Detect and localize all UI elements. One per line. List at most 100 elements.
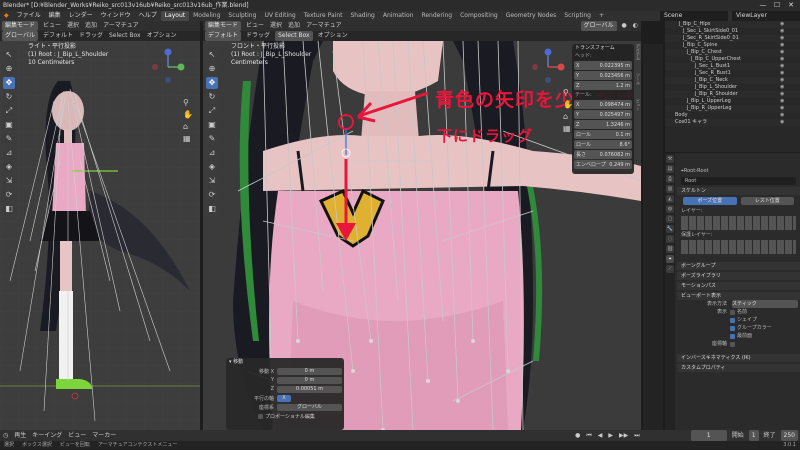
axes-checkbox[interactable] (730, 341, 735, 347)
tab-compositing[interactable]: Compositing (456, 11, 502, 21)
scale-tool-icon[interactable]: ⤢ (3, 105, 15, 117)
extrude-tool-icon[interactable]: ⇲ (3, 175, 15, 187)
start-frame-field[interactable]: 1 (748, 430, 759, 441)
play-icon[interactable]: ▶ (605, 430, 616, 441)
tab-modeling[interactable]: Modeling (189, 11, 224, 21)
head-z-field[interactable]: Z 1.2 m (574, 81, 632, 90)
main-menu-add[interactable]: 追加 (285, 21, 303, 31)
move-z-field[interactable]: 0.00051 m (277, 385, 342, 393)
close-button[interactable]: ✕ (784, 0, 798, 11)
scene-selector[interactable]: Scene (660, 11, 728, 21)
pose-position-button[interactable]: ポーズ位置 (683, 197, 737, 205)
main-options[interactable]: オプション (315, 31, 351, 41)
outliner[interactable]: J_Bip_C_Hips ◉ J_Sec_L_SkirtSide0_01 ◉ J_S… (665, 21, 800, 152)
outliner-row[interactable]: J_Sec_R_Bust1 ◉ (665, 70, 800, 77)
timeline-menu-playback[interactable]: 再生 (11, 430, 29, 441)
left-menu-view[interactable]: ビュー (40, 21, 64, 31)
bisect-tool-icon[interactable]: ◧ (3, 203, 15, 215)
outliner-row[interactable]: J_Bip_C_UpperChest ◉ (665, 56, 800, 63)
menu-edit[interactable]: 編集 (45, 11, 65, 21)
move-x-field[interactable]: 0 m (277, 367, 342, 375)
main-mode-selector[interactable]: 編集モード (205, 21, 242, 31)
left-navigation-gizmo[interactable] (148, 47, 188, 87)
rotate-tool-icon[interactable]: ↻ (206, 91, 218, 103)
tab-sculpting[interactable]: Sculpting (224, 11, 260, 21)
tab-scripting[interactable]: Scripting (560, 11, 595, 21)
tail-x-field[interactable]: X 0.098474 m (574, 100, 632, 109)
tab-shading[interactable]: Shading (346, 11, 378, 21)
annotate-tool-icon[interactable]: ✎ (3, 133, 15, 145)
tab-geometry-nodes[interactable]: Geometry Nodes (502, 11, 561, 21)
outliner-row[interactable]: J_Bip_L_UpperLeg ◉ (665, 98, 800, 105)
measure-tool-icon[interactable]: ⊿ (3, 147, 15, 159)
main-drag-mode[interactable]: ドラッグ (243, 31, 273, 41)
bone-roll-tool-icon[interactable]: ⟳ (206, 189, 218, 201)
pan-hand-icon[interactable]: ✋ (183, 109, 193, 121)
jump-start-icon[interactable]: ⏮ (583, 430, 594, 441)
outliner-row[interactable]: J_Bip_C_Hips ◉ (665, 21, 800, 28)
tab-texture-paint[interactable]: Texture Paint (300, 11, 347, 21)
select-tool-icon[interactable]: ↖ (206, 49, 218, 61)
left-select-box[interactable]: Select Box (106, 31, 144, 41)
main-navigation-gizmo[interactable] (528, 47, 568, 87)
cursor-tool-icon[interactable]: ⊕ (206, 63, 218, 75)
select-tool-icon[interactable]: ↖ (3, 49, 15, 61)
left-options[interactable]: オプション (144, 31, 180, 41)
menu-file[interactable]: ファイル (13, 11, 45, 21)
jump-end-icon[interactable]: ⏭ (631, 430, 642, 441)
outliner-row[interactable]: J_Bip_C_Chest ◉ (665, 49, 800, 56)
timeline-editor-icon[interactable]: ◷ (0, 430, 11, 441)
move-y-field[interactable]: 0 m (277, 376, 342, 384)
left-pivot-default[interactable]: デフォルト (40, 31, 76, 41)
left-menu-armature[interactable]: アーマチュア (100, 21, 142, 31)
section-bone-groups[interactable]: ボーングループ (677, 262, 800, 270)
add-workspace-button[interactable]: + (595, 11, 608, 21)
left-menu-add[interactable]: 追加 (82, 21, 100, 31)
main-menu-select[interactable]: 選択 (267, 21, 285, 31)
view-layer-tab-icon[interactable]: ▥ (666, 185, 674, 193)
section-skeleton[interactable]: スケルトン (677, 187, 800, 195)
menu-help[interactable]: ヘルプ (135, 11, 161, 21)
extrude-tool-icon[interactable]: ⇲ (206, 175, 218, 187)
tab-uv-editing[interactable]: UV Editing (260, 11, 299, 21)
display-as-dropdown[interactable]: スティック (732, 300, 798, 308)
object-tab-icon[interactable]: ▢ (666, 215, 674, 223)
bone-size-tool-icon[interactable]: ◈ (206, 161, 218, 173)
timeline-menu-marker[interactable]: マーカー (89, 430, 119, 441)
section-custom-properties[interactable]: カスタムプロパティ (677, 364, 800, 372)
in-front-checkbox[interactable] (730, 333, 735, 339)
length-field[interactable]: 長さ 0.076082 m (574, 150, 632, 159)
armature-name-field[interactable]: Root (681, 177, 796, 185)
names-checkbox[interactable] (730, 309, 735, 315)
layers-grid[interactable] (681, 216, 796, 230)
constraint-axis-x-toggle[interactable]: X (277, 394, 291, 402)
envelope-field[interactable]: エンベロープ 0.249 m (574, 160, 632, 169)
view-layer-selector[interactable]: ViewLayer (732, 11, 800, 21)
minimize-button[interactable]: — (756, 0, 770, 11)
camera-icon[interactable]: ⌂ (183, 121, 193, 133)
tab-rendering[interactable]: Rendering (417, 11, 456, 21)
render-tab-icon[interactable]: ▤ (666, 165, 674, 173)
annotate-tool-icon[interactable]: ✎ (206, 133, 218, 145)
shading-solid-icon[interactable]: ● (619, 21, 630, 31)
transform-tool-icon[interactable]: ▣ (206, 119, 218, 131)
cursor-tool-icon[interactable]: ⊕ (3, 63, 15, 75)
outliner-row[interactable]: Body ◉ (665, 112, 800, 119)
tail-y-field[interactable]: Y 0.025497 m (574, 110, 632, 119)
menu-render[interactable]: レンダー (65, 11, 97, 21)
menu-window[interactable]: ウィンドウ (97, 11, 135, 21)
physics-tab-icon[interactable]: ◌ (666, 235, 674, 243)
blender-logo-icon[interactable]: ◆ (0, 11, 13, 21)
left-menu-select[interactable]: 選択 (64, 21, 82, 31)
scale-tool-icon[interactable]: ⤢ (206, 105, 218, 117)
armature-data-tab-icon[interactable]: ⌖ (666, 255, 674, 263)
transform-tool-icon[interactable]: ▣ (3, 119, 15, 131)
step-forward-icon[interactable]: ▶▶ (616, 430, 631, 441)
measure-tool-icon[interactable]: ⊿ (206, 147, 218, 159)
main-pivot-default[interactable]: デフォルト (205, 31, 242, 41)
bone-tab-icon[interactable]: ⟋ (666, 265, 674, 273)
rotate-tool-icon[interactable]: ↻ (3, 91, 15, 103)
outliner-row[interactable]: J_Sec_L_Bust1 ◉ (665, 63, 800, 70)
tab-animation[interactable]: Animation (379, 11, 418, 21)
bone-size-tool-icon[interactable]: ◈ (3, 161, 15, 173)
